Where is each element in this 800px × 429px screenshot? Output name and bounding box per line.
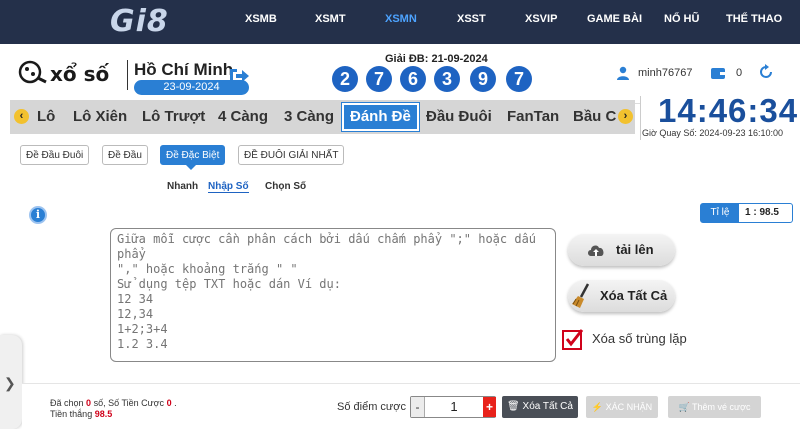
points-label: Số điểm cược bbox=[337, 401, 406, 413]
tab-fantan[interactable]: FanTan bbox=[507, 100, 559, 134]
wallet-balance: 0 bbox=[736, 67, 743, 79]
tab-bau-cua[interactable]: Bầu C bbox=[573, 100, 616, 134]
selected-unit: số, bbox=[93, 398, 106, 408]
dedupe-checkbox[interactable] bbox=[562, 328, 584, 350]
selected-label: Đã chọn bbox=[50, 398, 84, 408]
upload-label: tải lên bbox=[616, 242, 654, 257]
increment-button[interactable]: + bbox=[483, 397, 496, 417]
result-digit: 3 bbox=[434, 66, 460, 92]
points-input[interactable] bbox=[425, 397, 483, 417]
odds-box: Tỉ lệ 1 : 98.5 bbox=[700, 203, 793, 223]
chevron-right-icon[interactable]: › bbox=[618, 109, 633, 124]
subtab-de-dau-duoi[interactable]: Đề Đầu Đuôi bbox=[20, 145, 90, 165]
subtab-de-duoi-giai-nhat[interactable]: ĐỀ ĐUÔI GIẢI NHẤT bbox=[238, 145, 345, 165]
chevron-left-icon[interactable]: ‹ bbox=[14, 109, 29, 124]
subtab-de-dau[interactable]: Đề Đầu bbox=[102, 145, 148, 165]
add-ticket-label: Thêm vé cược bbox=[692, 402, 751, 412]
cart-icon: 🛒 bbox=[678, 402, 693, 412]
bolt-icon: ⚡ bbox=[591, 402, 606, 412]
tab-lo[interactable]: Lô bbox=[37, 100, 55, 134]
lottery-ball-icon bbox=[18, 60, 47, 84]
subtab-de-dac-biet[interactable]: Đề Đặc Biệt bbox=[160, 145, 226, 170]
odds-value: 1 : 98.5 bbox=[745, 207, 779, 218]
bet-footer: Đã chọn 0 số, Số Tiền Cược 0 . Tiền thắn… bbox=[22, 383, 800, 429]
stake-total: 0 bbox=[166, 398, 172, 408]
lottery-brand: xổ số bbox=[50, 62, 110, 86]
nav-item-xsst[interactable]: XSST bbox=[457, 0, 486, 44]
dedupe-label: Xóa số trùng lặp bbox=[592, 331, 687, 346]
clock-divider bbox=[640, 96, 641, 140]
tab-3-cang[interactable]: 3 Càng bbox=[284, 100, 334, 134]
nav-item-xsmn[interactable]: XSMN bbox=[385, 0, 417, 44]
nav-item-no-hu[interactable]: NỔ HŨ bbox=[664, 0, 699, 44]
confirm-button[interactable]: ⚡ XÁC NHẬN bbox=[586, 396, 658, 418]
chevron-right-icon: ❯ bbox=[4, 375, 16, 391]
username: minh76767 bbox=[638, 67, 693, 79]
special-prize-label: Giải ĐB: 21-09-2024 bbox=[385, 53, 488, 65]
side-drawer-toggle[interactable]: ❯ bbox=[0, 335, 22, 429]
tab-lo-xien[interactable]: Lô Xiên bbox=[73, 100, 127, 134]
footer-clear-label: Xóa Tất Cả bbox=[522, 401, 573, 412]
user-icon bbox=[617, 66, 629, 80]
info-icon[interactable]: i bbox=[29, 206, 47, 224]
clear-all-label: Xóa Tất Cả bbox=[600, 288, 668, 303]
result-digit: 2 bbox=[332, 66, 358, 92]
tab-4-cang[interactable]: 4 Càng bbox=[218, 100, 268, 134]
clear-all-button[interactable]: Xóa Tất Cả bbox=[568, 280, 675, 312]
stake-total-label: Số Tiền Cược bbox=[108, 398, 165, 408]
cloud-upload-icon bbox=[588, 245, 604, 256]
header-divider bbox=[127, 60, 128, 90]
site-logo[interactable]: Gi8 bbox=[110, 4, 169, 39]
bet-numbers-input[interactable] bbox=[110, 228, 556, 362]
region-name: Hồ Chí Minh bbox=[134, 60, 234, 79]
refresh-icon[interactable] bbox=[758, 64, 774, 80]
result-digit: 9 bbox=[470, 66, 496, 92]
odds-label: Tỉ lệ bbox=[701, 204, 739, 222]
tab-danh-de[interactable]: Đánh Đề bbox=[341, 102, 420, 132]
selected-count: 0 bbox=[86, 398, 92, 408]
nav-item-game-bai[interactable]: GAME BÀI bbox=[587, 0, 642, 44]
nav-item-xsmb[interactable]: XSMB bbox=[245, 0, 277, 44]
win-label: Tiền thắng bbox=[50, 409, 93, 419]
wallet-icon bbox=[711, 68, 725, 79]
trash-icon: 🗑 bbox=[507, 401, 523, 412]
add-ticket-button[interactable]: 🛒 Thêm vé cược bbox=[668, 396, 761, 418]
mode-nhanh[interactable]: Nhanh bbox=[167, 181, 198, 192]
result-digit: 7 bbox=[506, 66, 532, 92]
confirm-label: XÁC NHẬN bbox=[605, 402, 653, 412]
result-digit: 6 bbox=[400, 66, 426, 92]
selection-summary: Đã chọn 0 số, Số Tiền Cược 0 . bbox=[50, 398, 177, 408]
nav-item-xsmt[interactable]: XSMT bbox=[315, 0, 346, 44]
nav-item-xsvip[interactable]: XSVIP bbox=[525, 0, 557, 44]
upload-button[interactable]: tải lên bbox=[568, 234, 675, 266]
tab-lo-truot[interactable]: Lô Trượt bbox=[142, 100, 205, 134]
draw-time: Giờ Quay Số: 2024-09-23 16:10:00 bbox=[642, 128, 783, 138]
game-type-tabs: ‹ Lô Lô Xiên Lô Trượt 4 Càng 3 Càng Đánh… bbox=[10, 100, 635, 134]
countdown-panel: 14:46:34 Giờ Quay Số: 2024-09-23 16:10:0… bbox=[640, 92, 800, 140]
win-summary: Tiền thắng 98.5 bbox=[50, 409, 112, 419]
nav-item-the-thao[interactable]: THỂ THAO bbox=[726, 0, 782, 44]
stake-total-suffix: . bbox=[174, 398, 177, 408]
footer-clear-button[interactable]: 🗑 Xóa Tất Cả bbox=[502, 396, 578, 418]
decrement-button[interactable]: - bbox=[411, 397, 425, 417]
top-navbar: Gi8 XSMB XSMT XSMN XSST XSVIP GAME BÀI N… bbox=[0, 0, 800, 44]
win-value: 98.5 bbox=[94, 409, 113, 419]
mode-chon-so[interactable]: Chọn Số bbox=[265, 181, 306, 192]
countdown-clock: 14:46:34 bbox=[658, 92, 799, 129]
broom-icon bbox=[572, 283, 590, 308]
mode-nhap-so[interactable]: Nhập Số bbox=[208, 181, 249, 193]
switch-region-icon[interactable] bbox=[228, 66, 250, 86]
result-digit: 7 bbox=[366, 66, 392, 92]
points-stepper: - + bbox=[410, 396, 496, 418]
tab-dau-duoi[interactable]: Đầu Đuôi bbox=[426, 100, 492, 134]
